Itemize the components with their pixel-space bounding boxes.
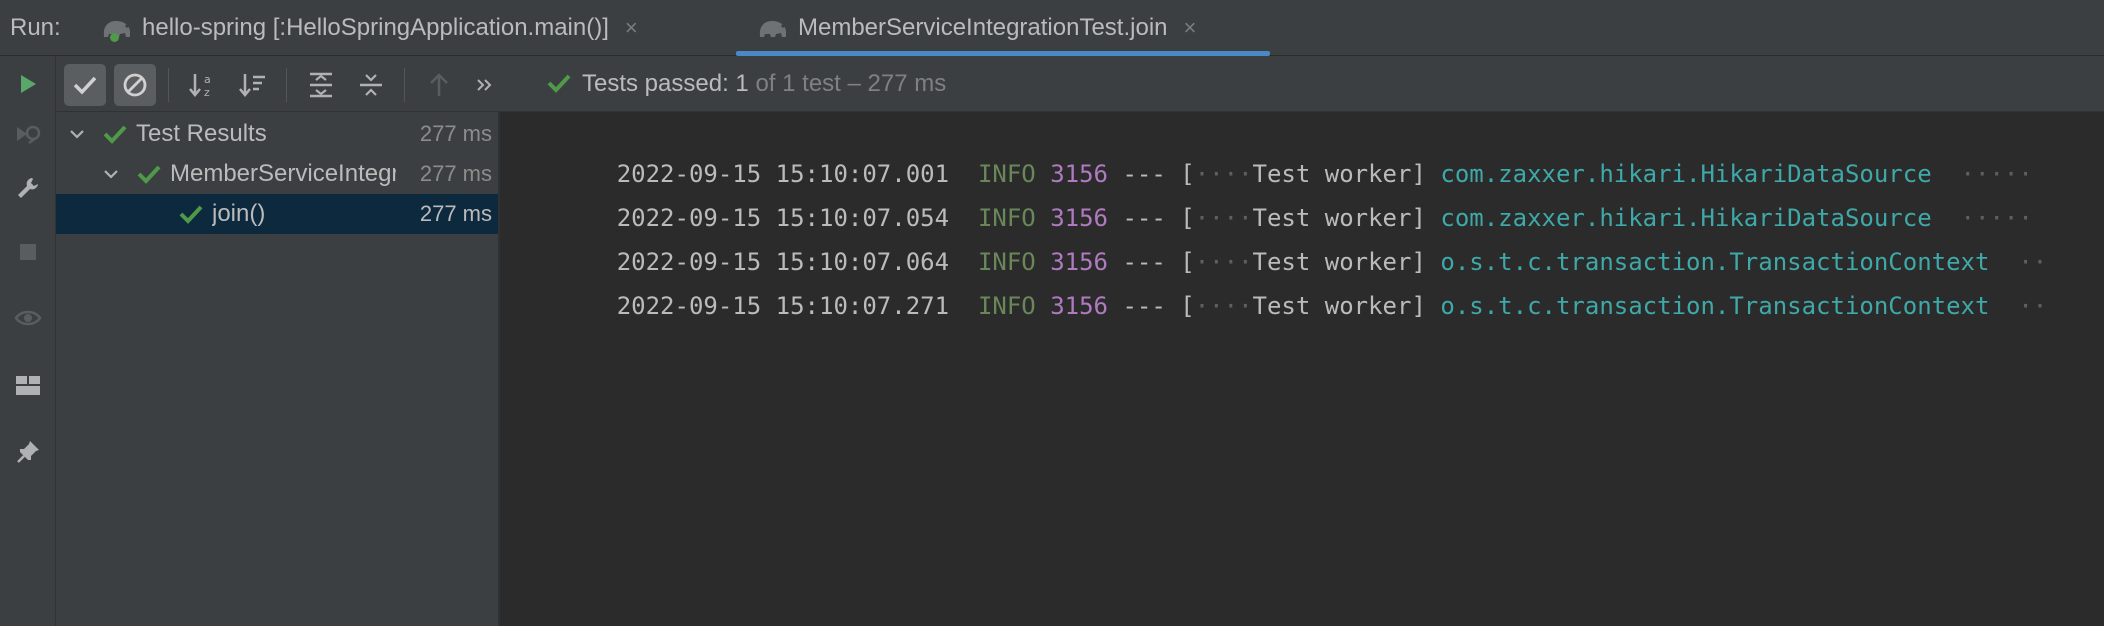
close-icon[interactable]: × [1184,15,1197,41]
show-ignored-button[interactable] [114,64,156,106]
pin-tab-button[interactable] [10,434,46,470]
tree-item-test-class[interactable]: MemberServiceIntegrationTest 277 ms [56,154,498,194]
run-side-toolbar [0,56,56,626]
toolbar-separator [168,68,169,102]
test-duration: 277 ms [419,121,492,146]
run-label: Run: [10,14,61,41]
log-line: 2022-09-15 15:10:07.064 INFO 3156 --- [·… [616,248,2048,276]
wrench-icon [18,178,38,198]
toolbar-separator [286,68,287,102]
close-icon[interactable]: × [625,15,638,41]
rerun-failed-button[interactable] [10,118,46,154]
test-passed-icon [136,163,162,185]
run-tool-window: Run: hello-spring [:HelloSpringApplicati… [0,0,2104,626]
svg-text:a: a [204,73,211,86]
rerun-button[interactable] [10,66,46,102]
test-toolbar: a z Tests passed: 1 of 1 test – 277 ms [56,56,2104,112]
chevron-down-icon[interactable] [66,123,88,145]
log-logger: o.s.t.c.transaction.TransactionContext [1440,292,1990,320]
pin-icon [17,441,39,463]
tree-item-label: join() [212,200,266,227]
log-line: 2022-09-15 15:10:07.271 INFO 3156 --- [·… [616,292,2048,320]
test-duration: 277 ms [415,161,492,187]
sort-alphabetically-button[interactable]: a z [182,64,224,106]
svg-text:z: z [204,86,210,99]
play-icon [21,75,36,93]
stop-icon [20,244,36,260]
gradle-elephant-icon [756,15,790,41]
log-line: 2022-09-15 15:10:07.054 INFO 3156 --- [·… [616,204,2033,232]
collapse-all-button[interactable] [350,64,392,106]
log-timestamp: 2022-09-15 15:10:07.271 [616,292,950,320]
log-thread: Test worker [1252,292,1412,320]
expand-all-icon [310,72,332,98]
chevron-double-right-icon [477,79,492,91]
tab-hello-spring[interactable]: hello-spring [:HelloSpringApplication.ma… [100,0,638,56]
arrow-up-icon [430,73,448,96]
stop-button[interactable] [10,234,46,270]
running-indicator-icon [110,33,119,42]
show-passed-toggle[interactable] [10,300,46,336]
tree-item-label: MemberServiceIntegrationTest [170,160,396,187]
log-separator: --- [1122,292,1166,320]
test-passed-icon [102,123,128,145]
test-duration: 277 ms [415,201,492,227]
checkmark-icon [547,74,571,93]
layout-icon [16,376,40,395]
eye-icon [14,310,42,326]
tab-label: MemberServiceIntegrationTest.join [798,14,1168,41]
expand-all-button[interactable] [300,64,342,106]
test-results-tree: Test Results 277 ms MemberServiceIntegra… [56,112,500,626]
tree-item-label: Test Results [136,120,267,147]
tab-label: hello-spring [:HelloSpringApplication.ma… [142,14,609,41]
sort-by-duration-button[interactable] [232,64,274,106]
checkmark-icon [73,76,97,95]
rerun-failed-icon [17,125,41,145]
log-level: INFO [977,292,1036,320]
ignored-icon [123,73,147,97]
layout-button[interactable] [10,368,46,404]
toolbar-separator [404,68,405,102]
test-passed-icon [178,203,204,225]
tests-passed-count: 1 [735,70,749,97]
settings-button[interactable] [10,170,46,206]
tree-item-test-method[interactable]: join() 277 ms [56,194,498,234]
previous-failed-button[interactable] [418,64,460,106]
tab-member-service-test[interactable]: MemberServiceIntegrationTest.join × [756,0,1196,56]
show-passed-button[interactable] [64,64,106,106]
log-line: 2022-09-15 15:10:07.001 INFO 3156 --- [·… [616,160,2033,188]
tests-summary: of 1 test – 277 ms [748,70,947,97]
sort-alpha-icon: a z [189,73,211,99]
run-tab-bar: Run: hello-spring [:HelloSpringApplicati… [0,0,2104,56]
test-status: Tests passed: 1 of 1 test – 277 ms [546,70,946,98]
console-output[interactable]: 2022-09-15 15:10:07.001 INFO 3156 --- [·… [500,112,2104,626]
more-actions-button[interactable] [464,64,506,106]
tests-passed-label: Tests passed: [582,70,736,97]
gradle-elephant-icon [100,15,134,42]
sort-duration-icon [239,74,265,97]
collapse-all-icon [360,74,382,96]
chevron-down-icon[interactable] [100,163,122,185]
tree-item-test-results[interactable]: Test Results 277 ms [56,114,498,154]
log-pid: 3156 [1050,292,1108,320]
